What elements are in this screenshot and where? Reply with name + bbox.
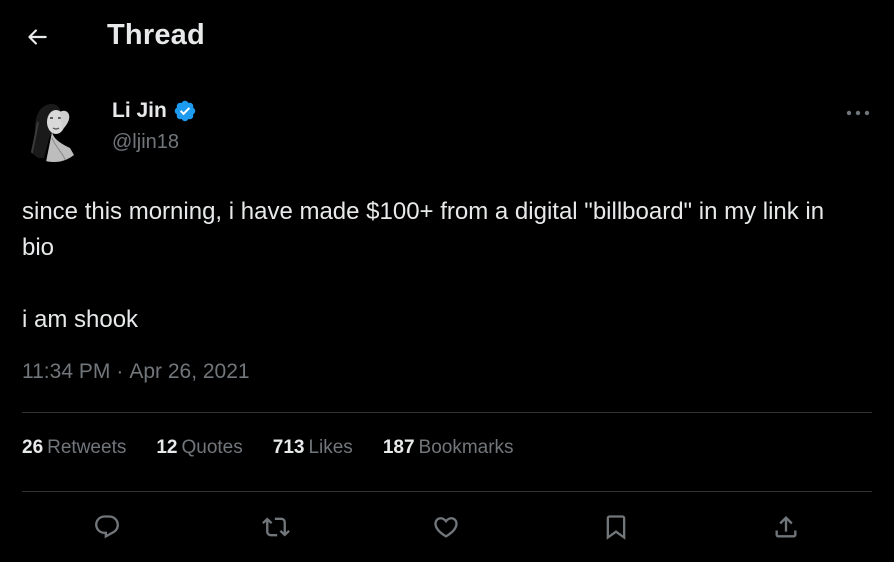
like-button[interactable] <box>424 505 468 549</box>
share-icon <box>775 516 797 538</box>
heart-icon <box>434 517 458 538</box>
bookmark-icon <box>606 515 626 540</box>
verified-badge-icon[interactable] <box>173 99 197 123</box>
tweet-text: since this morning, i have made $100+ fr… <box>22 194 862 338</box>
retweets-stat[interactable]: 26 Retweets <box>22 437 126 459</box>
avatar-image <box>22 98 86 162</box>
share-button[interactable] <box>764 505 808 549</box>
quotes-count: 12 <box>156 437 178 458</box>
tweet-time: 11:34 PM <box>22 360 111 383</box>
likes-label: Likes <box>308 437 353 458</box>
bookmark-button[interactable] <box>594 505 638 549</box>
tweet-paragraph: since this morning, i have made $100+ fr… <box>22 198 825 261</box>
retweet-button[interactable] <box>254 505 298 549</box>
bookmarks-count: 187 <box>382 437 415 458</box>
timestamp-separator: · <box>116 360 124 383</box>
tweet-date: Apr 26, 2021 <box>129 360 250 383</box>
page-title: Thread <box>107 19 205 51</box>
retweets-label: Retweets <box>47 437 127 458</box>
arrow-left-icon <box>28 29 47 45</box>
author-handle[interactable]: @ljin18 <box>112 131 179 154</box>
likes-stat[interactable]: 713 Likes <box>273 437 353 459</box>
retweets-count: 26 <box>22 437 44 458</box>
reply-button[interactable] <box>85 505 129 549</box>
more-options-button[interactable] <box>840 98 876 128</box>
author-name[interactable]: Li Jin <box>112 99 167 123</box>
thread-header: Thread <box>0 0 894 74</box>
retweet-icon <box>262 517 290 537</box>
quotes-stat[interactable]: 12 Quotes <box>156 437 242 459</box>
bookmarks-stat[interactable]: 187 Bookmarks <box>383 437 514 459</box>
divider <box>22 412 872 413</box>
tweet-timestamp[interactable]: 11:34 PM · Apr 26, 2021 <box>22 360 250 384</box>
more-dots-icon <box>846 110 870 116</box>
bookmarks-label: Bookmarks <box>418 437 514 458</box>
likes-count: 713 <box>272 437 305 458</box>
author-name-row: Li Jin <box>112 99 197 123</box>
avatar[interactable] <box>22 98 86 162</box>
tweet-paragraph: i am shook <box>22 306 139 333</box>
engagement-stats: 26 Retweets 12 Quotes 713 Likes 187 Bookmark… <box>22 437 514 459</box>
tweet-action-bar <box>0 505 894 551</box>
quotes-label: Quotes <box>181 437 243 458</box>
reply-icon <box>95 515 119 539</box>
back-button[interactable] <box>20 20 54 54</box>
divider <box>22 491 872 492</box>
